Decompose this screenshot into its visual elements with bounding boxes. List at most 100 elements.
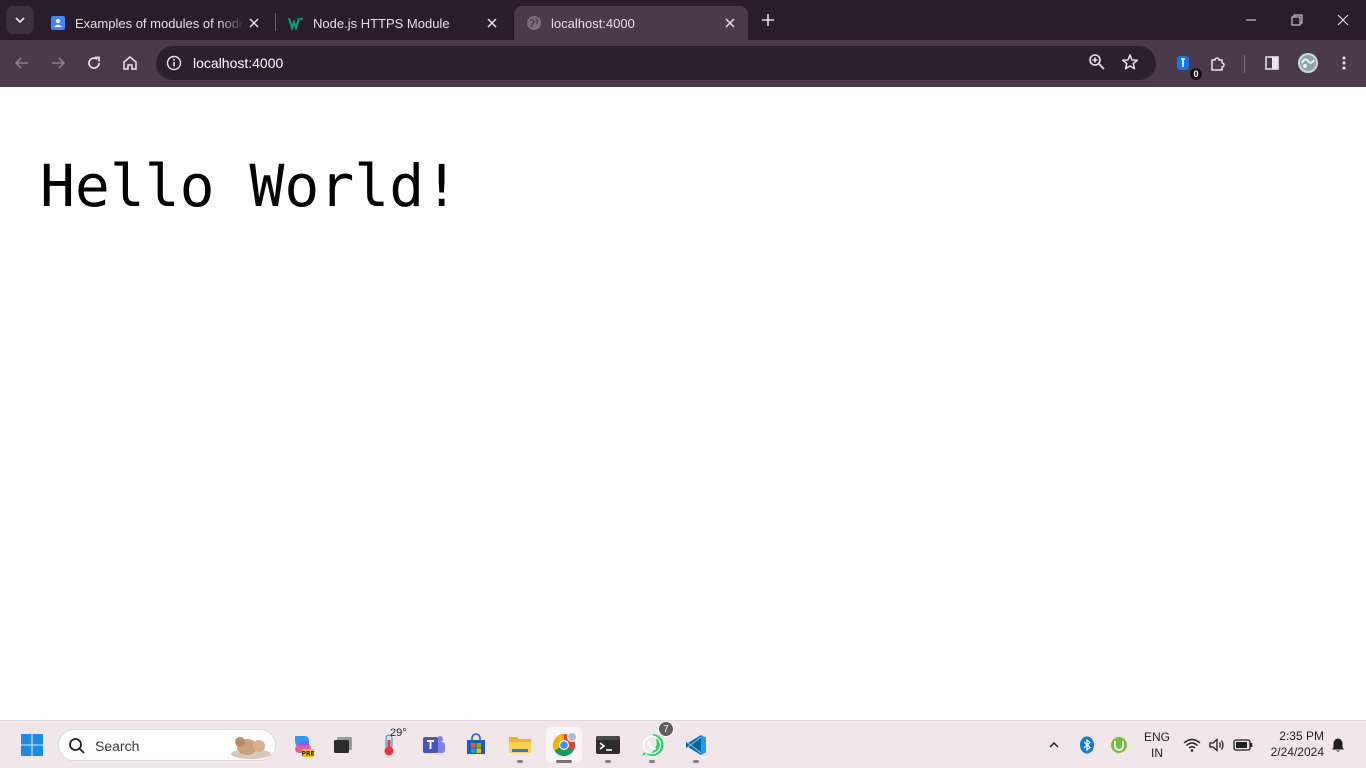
browser-menu-button[interactable] <box>1329 48 1359 78</box>
weather-temperature: 29° <box>390 727 407 739</box>
language-label: ENG <box>1143 730 1170 744</box>
bell-icon <box>1332 738 1344 752</box>
puzzle-icon <box>1211 57 1225 71</box>
copilot-icon: PRE <box>295 736 315 758</box>
w3schools-icon <box>288 15 304 31</box>
close-window-button[interactable] <box>1320 0 1366 40</box>
close-tab-icon[interactable] <box>720 13 740 33</box>
avatar <box>1298 53 1318 73</box>
show-hidden-icons-button[interactable] <box>1037 727 1071 763</box>
tab-title: localhost:4000 <box>551 15 635 31</box>
arrow-right-icon <box>52 57 66 69</box>
arrow-left-icon <box>14 57 28 69</box>
chevron-down-icon <box>15 17 25 24</box>
start-button[interactable] <box>14 727 50 763</box>
running-indicator <box>556 760 572 763</box>
side-panel-icon <box>1265 56 1279 70</box>
language-indicator[interactable]: ENG IN <box>1138 729 1176 761</box>
extension-app-icon <box>1177 56 1189 70</box>
store-icon <box>467 733 485 754</box>
close-tab-icon[interactable] <box>244 13 264 33</box>
globe-icon <box>526 15 542 31</box>
taskbar-whatsapp[interactable]: 7 <box>634 721 674 763</box>
clock-time: 2:35 PM <box>1279 729 1324 743</box>
tab-examples-of-modules[interactable]: Examples of modules of node js <box>38 6 272 40</box>
page-heading: Hello World! <box>40 152 460 220</box>
utorrent-icon <box>1111 737 1127 753</box>
notifications-button[interactable] <box>1322 727 1354 763</box>
browser-toolbar: localhost:4000 0 <box>0 40 1366 87</box>
address-bar[interactable]: localhost:4000 <box>156 46 1156 80</box>
task-view-icon <box>334 737 352 753</box>
taskbar-weather[interactable]: 29° <box>371 727 407 763</box>
minimize-icon <box>1246 19 1256 21</box>
toolbar-divider <box>1244 55 1245 73</box>
taskbar-terminal[interactable] <box>590 727 626 763</box>
home-icon <box>123 56 137 70</box>
wifi-icon <box>1183 738 1201 752</box>
taskbar-file-explorer[interactable] <box>502 727 538 763</box>
chevron-up-icon <box>1049 741 1059 748</box>
running-indicator <box>517 760 523 763</box>
side-panel-button[interactable] <box>1257 48 1287 78</box>
home-button[interactable] <box>115 48 145 78</box>
taskbar-teams[interactable] <box>416 727 452 763</box>
tab-strip: Examples of modules of node js Node.js H… <box>0 0 1366 40</box>
taskbar-chrome[interactable] <box>546 727 582 763</box>
windows-logo-icon <box>21 734 43 756</box>
region-label: IN <box>1151 746 1163 760</box>
tray-bluetooth[interactable] <box>1070 727 1104 763</box>
site-info-icon[interactable] <box>164 53 184 73</box>
reload-icon <box>88 56 100 69</box>
extension-button[interactable]: 0 <box>1168 48 1202 80</box>
running-indicator <box>649 760 655 763</box>
close-icon <box>1337 14 1349 26</box>
taskbar-search[interactable]: Search <box>58 729 276 761</box>
quick-settings-button[interactable] <box>1180 727 1256 763</box>
search-label: Search <box>95 738 140 754</box>
taskbar-vscode[interactable] <box>678 727 714 763</box>
zoom-icon[interactable] <box>1088 53 1108 73</box>
tab-localhost[interactable]: localhost:4000 <box>514 6 748 40</box>
svg-text:PRE: PRE <box>301 751 314 758</box>
bookmark-star-icon[interactable] <box>1121 53 1141 73</box>
google-docs-icon <box>50 15 66 31</box>
vscode-icon <box>685 735 706 755</box>
tab-nodejs-https-module[interactable]: Node.js HTTPS Module <box>276 6 510 40</box>
profile-button[interactable] <box>1293 48 1323 78</box>
back-button[interactable] <box>7 48 37 78</box>
close-tab-icon[interactable] <box>482 13 502 33</box>
running-indicator <box>605 760 611 763</box>
terminal-icon <box>596 736 620 754</box>
teams-icon <box>423 736 445 753</box>
forward-button[interactable] <box>43 48 73 78</box>
search-highlight-illustration-icon <box>231 737 271 759</box>
taskbar-copilot[interactable]: PRE <box>284 727 320 763</box>
minimize-button[interactable] <box>1228 0 1274 40</box>
tab-title: Node.js HTTPS Module <box>313 15 450 31</box>
reload-button[interactable] <box>79 48 109 78</box>
tab-title: Examples of modules of node js <box>75 15 244 31</box>
search-icon <box>69 738 85 754</box>
plus-icon <box>762 14 774 26</box>
extensions-menu-button[interactable] <box>1203 48 1233 78</box>
volume-icon <box>1209 738 1224 752</box>
restore-icon <box>1291 14 1303 26</box>
restore-button[interactable] <box>1274 0 1320 40</box>
folder-icon <box>509 737 531 753</box>
address-text[interactable]: localhost:4000 <box>193 55 283 71</box>
tab-search-button[interactable] <box>6 6 34 34</box>
clock-date: 2/24/2024 <box>1270 745 1324 759</box>
extension-badge: 0 <box>1190 68 1202 80</box>
taskbar-microsoft-store[interactable] <box>458 727 494 763</box>
whatsapp-badge: 7 <box>658 721 674 737</box>
battery-icon <box>1232 739 1252 751</box>
more-vertical-icon <box>1342 56 1346 70</box>
taskbar-task-view[interactable] <box>325 727 361 763</box>
clock[interactable]: 2:35 PM 2/24/2024 <box>1262 727 1328 763</box>
bluetooth-icon <box>1080 736 1094 754</box>
tray-utorrent[interactable] <box>1102 727 1136 763</box>
new-tab-button[interactable] <box>756 8 780 32</box>
running-indicator <box>693 760 699 763</box>
taskbar: Search PRE 29° 7 ENG IN 2:35 PM 2/24/202… <box>0 720 1366 768</box>
